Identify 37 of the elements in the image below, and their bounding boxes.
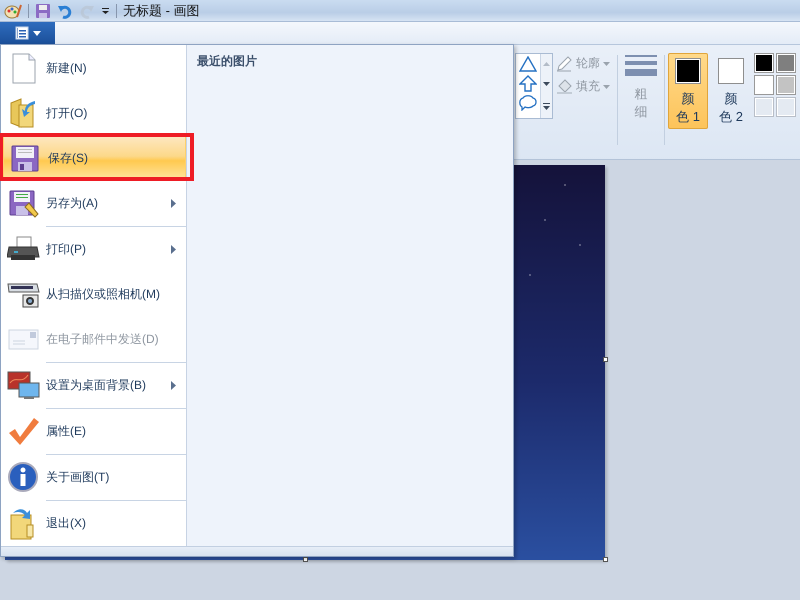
palette-swatch[interactable] [776, 53, 796, 73]
menu-item[interactable]: 打开(O) [1, 91, 186, 136]
menu-item[interactable]: 设置为桌面背景(B) [46, 362, 186, 408]
menu-item[interactable]: 属性(E) [46, 408, 186, 454]
document-icon [14, 26, 28, 40]
info-icon [7, 461, 40, 494]
application-menu-button[interactable] [0, 22, 55, 44]
resize-handle[interactable] [603, 357, 608, 362]
paint-app-icon[interactable] [4, 2, 22, 18]
speech-bubble-shape-icon[interactable] [519, 95, 537, 111]
triangle-shape-icon[interactable] [519, 56, 537, 72]
palette-swatch[interactable] [754, 75, 774, 95]
palette-swatch[interactable] [776, 75, 796, 95]
scroll-down-icon[interactable] [543, 82, 550, 86]
caret-icon [603, 84, 610, 88]
customize-caret-icon[interactable] [101, 6, 110, 14]
menu-item[interactable]: 从扫描仪或照相机(M) [1, 272, 186, 317]
color-selector[interactable]: 颜色 2 [711, 53, 751, 129]
up-arrow-shape-icon[interactable] [519, 75, 537, 92]
menu-item[interactable]: 关于画图(T) [46, 454, 186, 500]
color-selector[interactable]: 颜色 1 [668, 53, 708, 129]
menu-item[interactable]: 打印(P) [46, 226, 186, 272]
menu-item[interactable]: 新建(N) [1, 46, 186, 91]
pencil-icon [556, 55, 573, 72]
caret-icon [32, 30, 40, 36]
gallery-more-icon[interactable] [543, 102, 550, 110]
resize-handle[interactable] [303, 557, 308, 562]
menu-item[interactable]: 另存为(A) [1, 181, 186, 226]
palette-swatch[interactable] [754, 53, 774, 73]
caret-icon [603, 62, 610, 66]
line-width-icon [625, 55, 657, 77]
resize-handle[interactable] [603, 557, 608, 562]
save-icon[interactable] [35, 2, 51, 18]
paint-bucket-icon [556, 78, 573, 95]
desktop-monitors-icon [7, 369, 40, 402]
recent-pictures-heading: 最近的图片 [197, 53, 258, 70]
window-title: 无标题 - 画图 [123, 2, 200, 20]
